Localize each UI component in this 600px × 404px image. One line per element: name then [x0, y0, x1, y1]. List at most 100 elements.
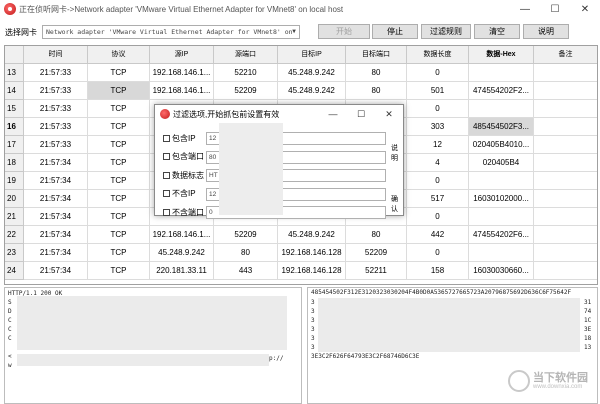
filter-checkbox[interactable] [163, 153, 170, 160]
col-protocol[interactable]: 协议 [88, 46, 150, 64]
close-icon[interactable]: ✕ [570, 0, 600, 18]
row-number[interactable]: 13 [5, 64, 24, 82]
cell-src-ip[interactable]: 192.168.146.1... [150, 226, 214, 244]
cell-data-hex[interactable]: 16030102000... [469, 190, 534, 208]
row-number[interactable]: 16 [5, 118, 24, 136]
cell-dst-port[interactable]: 80 [346, 226, 407, 244]
filter-checkbox[interactable] [163, 208, 170, 216]
filter-checkbox[interactable] [163, 190, 170, 197]
cell-note[interactable] [534, 154, 597, 172]
table-row[interactable]: 22 21:57:34 TCP 192.168.146.1... 52209 45.248… [5, 226, 597, 244]
cell-src-ip[interactable]: 220.181.33.11 [150, 262, 214, 280]
cell-src-ip[interactable]: 192.168.146.1... [150, 64, 214, 82]
cell-data-hex[interactable] [469, 172, 534, 190]
cell-note[interactable] [534, 100, 597, 118]
help-button[interactable]: 说明 [523, 24, 569, 39]
cell-dst-ip[interactable]: 45.248.9.242 [278, 226, 346, 244]
cell-src-port[interactable]: 52210 [214, 64, 278, 82]
dialog-ok-link[interactable]: 确认 [391, 194, 403, 214]
cell-data-hex[interactable]: 474554202F2... [469, 82, 534, 100]
close-icon[interactable]: ✕ [375, 105, 403, 123]
cell-time[interactable]: 21:57:34 [24, 172, 88, 190]
cell-src-port[interactable]: 443 [214, 262, 278, 280]
cell-data-length[interactable]: 0 [407, 100, 469, 118]
cell-protocol[interactable]: TCP [88, 226, 150, 244]
table-row[interactable]: 23 21:57:34 TCP 45.248.9.242 80 192.168.146.1… [5, 244, 597, 262]
cell-dst-ip[interactable]: 45.248.9.242 [278, 82, 346, 100]
cell-dst-ip[interactable]: 192.168.146.128 [278, 244, 346, 262]
cell-data-length[interactable]: 12 [407, 136, 469, 154]
cell-data-length[interactable]: 517 [407, 190, 469, 208]
cell-time[interactable]: 21:57:33 [24, 82, 88, 100]
maximize-icon[interactable]: ☐ [347, 105, 375, 123]
cell-data-hex[interactable]: 020405B4 [469, 154, 534, 172]
cell-dst-ip[interactable]: 192.168.146.128 [278, 262, 346, 280]
col-dst-ip[interactable]: 目标IP [278, 46, 346, 64]
cell-protocol[interactable]: TCP [88, 64, 150, 82]
cell-note[interactable] [534, 136, 597, 154]
cell-note[interactable] [534, 118, 597, 136]
start-button[interactable]: 开始 [318, 24, 370, 39]
cell-data-hex[interactable]: 474554202F6... [469, 226, 534, 244]
col-src-port[interactable]: 源端口 [214, 46, 278, 64]
cell-data-length[interactable]: 158 [407, 262, 469, 280]
cell-data-hex[interactable]: 485454502F3... [469, 118, 534, 136]
cell-data-length[interactable]: 501 [407, 82, 469, 100]
cell-src-ip[interactable]: 45.248.9.242 [150, 244, 214, 262]
cell-data-hex[interactable] [469, 208, 534, 226]
cell-protocol[interactable]: TCP [88, 190, 150, 208]
cell-protocol[interactable]: TCP [88, 82, 150, 100]
cell-data-length[interactable]: 0 [407, 172, 469, 190]
cell-note[interactable] [534, 208, 597, 226]
clear-button[interactable]: 清空 [474, 24, 520, 39]
table-row[interactable]: 14 21:57:33 TCP 192.168.146.1... 52209 45.248… [5, 82, 597, 100]
cell-data-length[interactable]: 303 [407, 118, 469, 136]
cell-data-length[interactable]: 0 [407, 64, 469, 82]
cell-note[interactable] [534, 262, 597, 280]
row-number[interactable]: 19 [5, 172, 24, 190]
col-dst-port[interactable]: 目标端口 [346, 46, 407, 64]
cell-dst-port[interactable]: 80 [346, 82, 407, 100]
cell-time[interactable]: 21:57:34 [24, 154, 88, 172]
cell-data-length[interactable]: 0 [407, 244, 469, 262]
cell-protocol[interactable]: TCP [88, 100, 150, 118]
cell-protocol[interactable]: TCP [88, 262, 150, 280]
response-text-pane[interactable]: HTTP/1.1 200 OK S D C C C < w p:// [4, 287, 302, 404]
cell-time[interactable]: 21:57:33 [24, 100, 88, 118]
col-note[interactable]: 备注 [534, 46, 597, 64]
minimize-icon[interactable]: — [510, 0, 540, 18]
cell-note[interactable] [534, 172, 597, 190]
cell-data-length[interactable]: 0 [407, 208, 469, 226]
cell-dst-port[interactable]: 80 [346, 64, 407, 82]
cell-protocol[interactable]: TCP [88, 118, 150, 136]
cell-data-hex[interactable] [469, 64, 534, 82]
stop-button[interactable]: 停止 [372, 24, 418, 39]
cell-time[interactable]: 21:57:33 [24, 118, 88, 136]
cell-time[interactable]: 21:57:33 [24, 136, 88, 154]
row-number[interactable]: 23 [5, 244, 24, 262]
cell-note[interactable] [534, 82, 597, 100]
row-number[interactable]: 21 [5, 208, 24, 226]
cell-note[interactable] [534, 64, 597, 82]
cell-protocol[interactable]: TCP [88, 154, 150, 172]
cell-time[interactable]: 21:57:34 [24, 208, 88, 226]
cell-time[interactable]: 21:57:34 [24, 262, 88, 280]
cell-data-hex[interactable]: 020405B4010... [469, 136, 534, 154]
table-row[interactable]: 13 21:57:33 TCP 192.168.146.1... 52210 45.248… [5, 64, 597, 82]
cell-note[interactable] [534, 190, 597, 208]
adapter-select[interactable]: Network adapter 'VMware Virtual Ethernet… [42, 25, 300, 39]
cell-src-port[interactable]: 52209 [214, 82, 278, 100]
cell-protocol[interactable]: TCP [88, 244, 150, 262]
cell-time[interactable]: 21:57:34 [24, 190, 88, 208]
cell-note[interactable] [534, 226, 597, 244]
cell-data-length[interactable]: 442 [407, 226, 469, 244]
filter-checkbox[interactable] [163, 171, 170, 179]
row-number[interactable]: 15 [5, 100, 24, 118]
dialog-help-link[interactable]: 说明 [391, 143, 403, 163]
cell-time[interactable]: 21:57:34 [24, 244, 88, 262]
cell-src-ip[interactable]: 192.168.146.1... [150, 82, 214, 100]
cell-data-hex[interactable]: 16030030660... [469, 262, 534, 280]
cell-src-port[interactable]: 80 [214, 244, 278, 262]
row-number[interactable]: 20 [5, 190, 24, 208]
cell-time[interactable]: 21:57:33 [24, 64, 88, 82]
